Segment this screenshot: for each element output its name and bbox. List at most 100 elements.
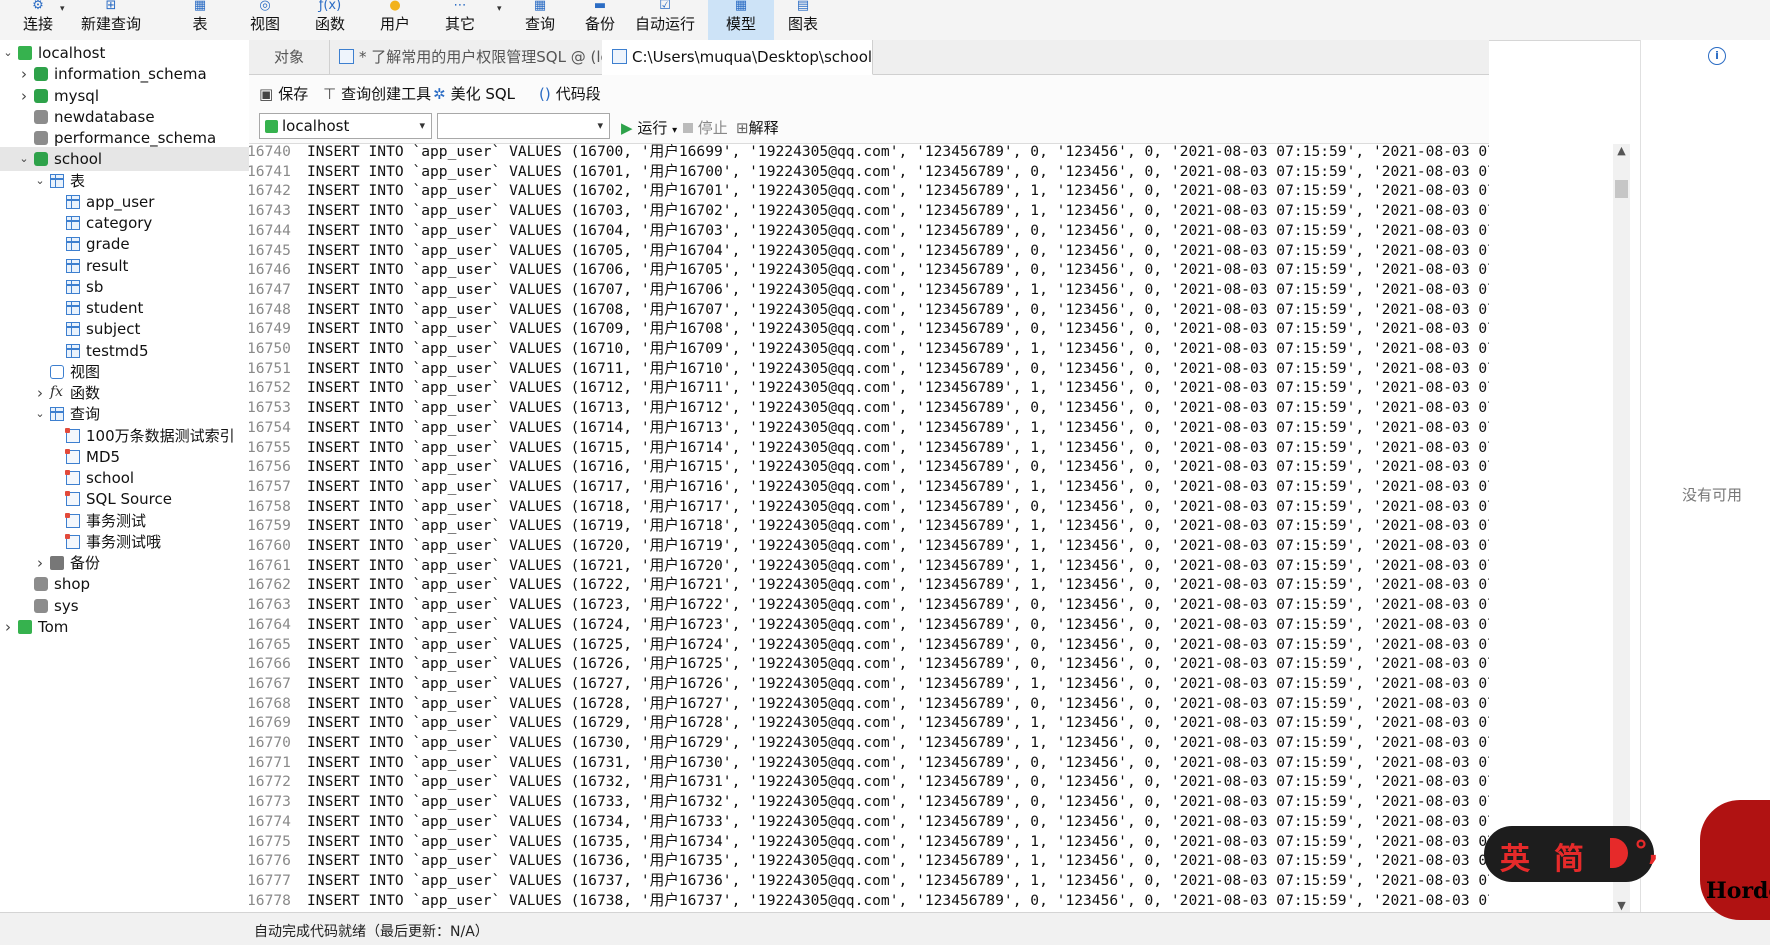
sql-line: 16740 INSERT INTO `app_user` VALUES (1670… (249, 144, 1489, 162)
database-icon (34, 67, 48, 82)
query-tab-icon (339, 49, 354, 64)
toolbar-button-function[interactable]: ƒ(x) 函数 (300, 0, 360, 40)
punctuation-icon[interactable]: °, (1634, 834, 1659, 867)
toolbar-button-view[interactable]: ◎ 视图 (235, 0, 295, 40)
database-select[interactable]: ▾ (437, 113, 610, 139)
scroll-up-icon[interactable]: ▲ (1613, 144, 1630, 157)
line-number: 16764 (249, 615, 291, 633)
toolbar-button-new-query[interactable]: ⊞ 新建查询 (76, 0, 146, 40)
toolbar-button-other[interactable]: ⋯ 其它 (430, 0, 490, 40)
query-builder-label: 查询创建工具 (341, 85, 432, 103)
tab-school-sql[interactable]: C:\Users\muqua\Desktop\school.sql... (602, 40, 873, 75)
view-icon: ◎ (259, 0, 271, 13)
sql-line: 16758 INSERT INTO `app_user` VALUES (1671… (249, 497, 1489, 517)
new-query-icon: ⊞ (105, 0, 117, 13)
sql-line: 16748 INSERT INTO `app_user` VALUES (1670… (249, 300, 1489, 320)
table-icon (66, 194, 80, 209)
connection-select-value: localhost (282, 117, 350, 135)
sql-statement: INSERT INTO `app_user` VALUES (16700, '用… (307, 144, 1489, 160)
sql-line: 16763 INSERT INTO `app_user` VALUES (1672… (249, 595, 1489, 615)
line-number: 16750 (249, 340, 291, 357)
sql-line: 16744 INSERT INTO `app_user` VALUES (1670… (249, 221, 1489, 241)
ime-mode-english[interactable]: 英 (1500, 834, 1530, 878)
toolbar-button-user[interactable]: ● 用户 (365, 0, 425, 40)
line-number: 16774 (249, 812, 291, 830)
other-icon: ⋯ (453, 0, 467, 13)
run-button[interactable]: ▶ 运行 ▾ (621, 117, 677, 138)
line-number: 16742 (249, 182, 291, 200)
save-icon: ▣ (259, 85, 274, 103)
toolbar-button-backup[interactable]: ▬ 备份 (570, 0, 630, 40)
sql-line: 16772 INSERT INTO `app_user` VALUES (1673… (249, 772, 1489, 792)
sql-line: 16765 INSERT INTO `app_user` VALUES (1672… (249, 635, 1489, 655)
snippet-label: 代码段 (555, 85, 601, 103)
snippet-icon: () (539, 85, 551, 103)
query-builder-button[interactable]: ⊤ 查询创建工具 (323, 83, 431, 104)
explain-button[interactable]: ⊞解释 (736, 117, 779, 138)
toolbar-button-table[interactable]: ▦ 表 (170, 0, 230, 40)
scroll-down-icon[interactable]: ▼ (1613, 899, 1630, 912)
line-number: 16761 (249, 556, 291, 574)
toolbar-button-auto-run[interactable]: ☑ 自动运行 (625, 0, 705, 40)
chart-icon: ▤ (796, 0, 810, 13)
sql-line: 16754 INSERT INTO `app_user` VALUES (1671… (249, 418, 1489, 438)
line-number: 16757 (249, 477, 291, 495)
line-number: 16777 (249, 871, 291, 889)
object-tree: ⌄ localhost › information_schema › mysql newda… (0, 40, 250, 930)
line-number: 16775 (249, 832, 291, 850)
ime-mode-simplified[interactable]: 简 (1554, 834, 1584, 878)
sql-line: 16769 INSERT INTO `app_user` VALUES (1672… (249, 713, 1489, 733)
sql-line: 16762 INSERT INTO `app_user` VALUES (1672… (249, 575, 1489, 595)
sql-line: 16764 INSERT INTO `app_user` VALUES (1672… (249, 615, 1489, 635)
sql-statement: INSERT INTO `app_user` VALUES (16737, '用… (307, 871, 1489, 889)
ime-toolbar[interactable]: 英 简 °, (1484, 826, 1659, 882)
toolbar-button-chart[interactable]: ▤ 图表 (770, 0, 836, 40)
line-number: 16762 (249, 576, 291, 594)
database-closed-icon (34, 598, 48, 613)
other-dropdown-caret[interactable]: ▾ (497, 4, 502, 14)
explain-icon: ⊞ (736, 119, 749, 137)
line-number: 16772 (249, 773, 291, 791)
folder-queries-icon (50, 407, 64, 422)
editor-scrollbar[interactable]: ▲ ▼ (1613, 144, 1630, 912)
sql-line: 16775 INSERT INTO `app_user` VALUES (1673… (249, 832, 1489, 852)
line-number: 16759 (249, 517, 291, 535)
beautify-icon: ✲ (433, 85, 446, 103)
connection-icon (18, 619, 32, 634)
scrollbar-thumb[interactable] (1615, 180, 1628, 198)
toolbar-button-connection[interactable]: ⚙ 连接 (14, 0, 62, 40)
status-bar: 自动完成代码就绪（最后更新：N/A） (0, 912, 1770, 945)
tab-sql-permissions[interactable]: * 了解常用的用户权限管理SQL @ (loc... (329, 40, 603, 74)
code-snippet-button[interactable]: () 代码段 (539, 83, 601, 104)
tree-item-tom[interactable]: › Tom (0, 615, 249, 639)
table-icon (66, 301, 80, 315)
connection-select[interactable]: localhost ▾ (259, 113, 432, 139)
stop-button[interactable]: 停止 (683, 117, 728, 138)
half-moon-icon[interactable] (1610, 838, 1628, 868)
toolbar-button-model[interactable]: ▦ 模型 (708, 0, 774, 40)
toolbar-label: 图表 (787, 15, 818, 33)
line-number: 16778 (249, 891, 291, 909)
tab-objects[interactable]: 对象 (249, 40, 330, 74)
connection-icon (18, 46, 32, 60)
toolbar-label: 备份 (584, 15, 615, 33)
beautify-sql-button[interactable]: ✲ 美化 SQL (433, 83, 515, 104)
sql-editor[interactable]: 16740 INSERT INTO `app_user` VALUES (1670… (249, 144, 1489, 912)
save-button[interactable]: ▣ 保存 (259, 83, 308, 104)
info-icon[interactable]: i (1708, 47, 1726, 65)
sql-line: 16741 INSERT INTO `app_user` VALUES (1670… (249, 162, 1489, 182)
user-icon: ● (389, 0, 401, 13)
sql-statement: INSERT INTO `app_user` VALUES (16713, '用… (307, 399, 1489, 417)
chevron-down-icon: ▾ (597, 119, 603, 132)
toolbar-button-query[interactable]: ▦ 查询 (510, 0, 570, 40)
folder-functions-icon: fx (50, 384, 64, 400)
table-icon (66, 216, 80, 230)
sql-line: 16766 INSERT INTO `app_user` VALUES (1672… (249, 654, 1489, 674)
sql-line: 16747 INSERT INTO `app_user` VALUES (1670… (249, 280, 1489, 300)
connect-dropdown-caret[interactable]: ▾ (60, 4, 65, 14)
sql-statement: INSERT INTO `app_user` VALUES (16710, '用… (307, 340, 1489, 357)
chevron-right-icon[interactable]: › (2, 615, 14, 639)
sql-statement: INSERT INTO `app_user` VALUES (16719, '用… (307, 517, 1489, 535)
toolbar-label: 其它 (444, 15, 475, 33)
toolbar-label: 连接 (22, 15, 53, 33)
